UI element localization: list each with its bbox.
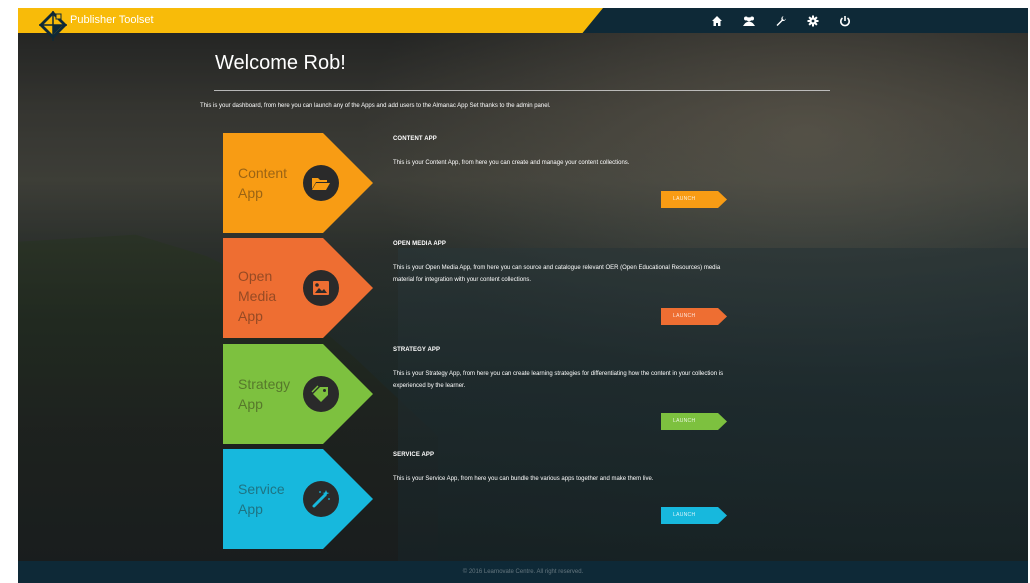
users-icon [743,16,755,26]
app-frame: Publisher Toolset Welcome Rob! This is y… [18,8,1028,583]
page-title: Welcome Rob! [215,52,346,74]
launch-label: LAUNCH [673,512,696,518]
folder-open-icon [312,178,330,190]
app-card-content[interactable]: Content App [223,133,373,233]
card-icon-badge [303,376,339,412]
app-description: This is your Service App, from here you … [393,476,654,482]
launch-content-app-button[interactable]: LAUNCH [661,191,727,208]
app-heading: OPEN MEDIA APP [393,241,446,247]
card-label: Content App [238,165,288,201]
launch-label: LAUNCH [673,313,696,319]
logout-button[interactable] [836,12,854,30]
app-description: This is your Strategy App, from here you… [393,371,724,389]
settings-tools-button[interactable] [772,12,790,30]
background-overlay [18,8,1028,583]
launch-open-media-app-button[interactable]: LAUNCH [661,308,727,325]
top-nav [708,12,854,30]
settings-button[interactable] [804,12,822,30]
launch-label: LAUNCH [673,196,696,202]
launch-strategy-app-button[interactable]: LAUNCH [661,413,727,430]
app-heading: SERVICE APP [393,452,435,458]
gear-icon [807,15,819,27]
app-card-open-media[interactable]: Open Media App [223,238,373,338]
footer-copyright: © 2016 Learnovate Centre. All right rese… [462,569,584,575]
card-label: Open Media App [238,268,277,324]
card-label: Strategy App [238,376,291,412]
launch-service-app-button[interactable]: LAUNCH [661,507,727,524]
app-description: This is your Open Media App, from here y… [393,265,721,283]
power-icon [840,16,850,27]
tags-icon [311,385,328,402]
app-card-service[interactable]: Service App [223,449,373,549]
app-heading: STRATEGY APP [393,347,441,353]
users-button[interactable] [740,12,758,30]
image-icon [313,281,329,295]
app-heading: CONTENT APP [393,136,437,142]
wrench-icon [776,16,786,26]
app-card-strategy[interactable]: Strategy App [223,344,373,444]
home-icon [712,16,722,26]
card-label: Service App [238,481,285,517]
home-button[interactable] [708,12,726,30]
brand-name[interactable]: Publisher Toolset [70,14,154,27]
card-icon-badge [303,270,339,306]
top-navbar: Publisher Toolset [18,8,1028,41]
title-divider [214,90,830,91]
card-icon-badge [303,481,339,517]
card-icon-badge [303,165,339,201]
magic-wand-icon [312,490,330,508]
app-description: This is your Content App, from here you … [393,160,630,166]
intro-text: This is your dashboard, from here you ca… [200,103,551,109]
logo-icon[interactable] [38,10,68,42]
launch-label: LAUNCH [673,418,696,424]
footer: © 2016 Learnovate Centre. All right rese… [18,561,1028,583]
